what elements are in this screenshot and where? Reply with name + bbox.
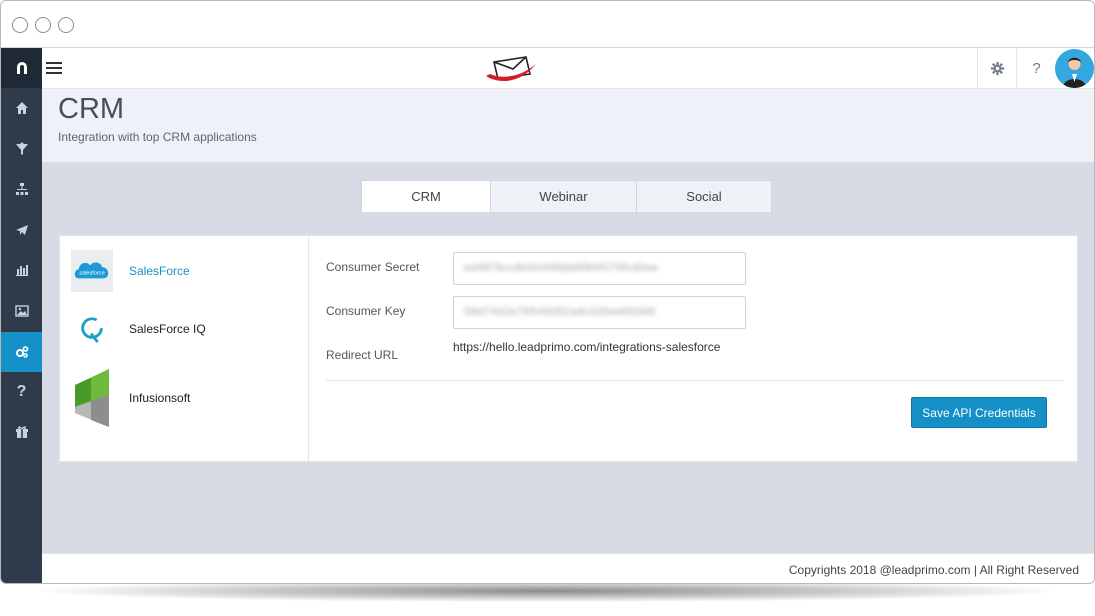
help-icon: ? — [1032, 60, 1041, 77]
user-avatar[interactable] — [1055, 49, 1094, 88]
page-header: CRM Integration with top CRM application… — [42, 89, 1094, 163]
salesforce-logo: salesforce — [71, 250, 113, 292]
credentials-form: Consumer Secret ee687bcc8e60498bb6f84f07… — [310, 236, 1077, 461]
crm-list: salesforce SalesForce SalesForce IQ Infu… — [60, 236, 309, 461]
consumer-secret-label: Consumer Secret — [326, 260, 420, 274]
integration-tabs: CRM Webinar Social — [361, 180, 772, 213]
crm-label-salesforce: SalesForce — [129, 264, 190, 278]
gear-icon[interactable] — [977, 48, 1017, 89]
gift-icon[interactable] — [1, 412, 42, 452]
window-close-button[interactable] — [12, 17, 28, 33]
footer: Copyrights 2018 @leadprimo.com | All Rig… — [42, 553, 1094, 583]
sidebar: ? — [1, 48, 42, 583]
save-api-credentials-button[interactable]: Save API Credentials — [911, 397, 1047, 428]
bar-chart-icon[interactable] — [1, 250, 42, 290]
infusionsoft-logo — [71, 368, 113, 428]
redirect-url-label: Redirect URL — [326, 348, 399, 362]
magnet-logo-icon[interactable] — [1, 48, 42, 88]
question-icon[interactable]: ? — [1, 372, 42, 412]
sitemap-icon[interactable] — [1, 169, 42, 209]
funnel-icon[interactable] — [1, 129, 42, 169]
crm-item-salesforce-iq[interactable]: SalesForce IQ — [71, 307, 206, 351]
crm-item-infusionsoft[interactable]: Infusionsoft — [71, 368, 190, 428]
footer-copyright: Copyrights 2018 @leadprimo.com | All Rig… — [788, 563, 1079, 577]
window-maximize-button[interactable] — [58, 17, 74, 33]
main-content: CRM Webinar Social salesforce SalesForce — [42, 163, 1094, 553]
form-divider — [326, 380, 1063, 381]
page-title: CRM — [58, 93, 125, 125]
tab-crm[interactable]: CRM — [362, 181, 490, 212]
consumer-key-input[interactable]: 58d74d2e76546082adc426ee85068 — [453, 296, 746, 329]
salesforce-iq-logo — [71, 308, 113, 350]
image-icon[interactable] — [1, 291, 42, 331]
tab-webinar[interactable]: Webinar — [490, 181, 636, 212]
home-icon[interactable] — [1, 88, 42, 128]
window-titlebar — [1, 1, 1094, 48]
gears-icon[interactable] — [1, 332, 42, 372]
help-button[interactable]: ? — [1016, 48, 1056, 89]
window-minimize-button[interactable] — [35, 17, 51, 33]
hamburger-menu-icon[interactable] — [46, 62, 62, 74]
top-navbar: ? — [42, 48, 1094, 89]
crm-panel: salesforce SalesForce SalesForce IQ Infu… — [59, 235, 1078, 462]
browser-window: ? ? CRM Integration with top CRM applica… — [0, 0, 1095, 584]
salesforce-logo-text: salesforce — [79, 271, 104, 277]
redirect-url-value: https://hello.leadprimo.com/integrations… — [453, 340, 721, 354]
page-subtitle: Integration with top CRM applications — [58, 130, 257, 144]
consumer-secret-input[interactable]: ee687bcc8e60498bb6f84f075fcd0ee — [453, 252, 746, 285]
crm-label-salesforce-iq: SalesForce IQ — [129, 322, 206, 336]
consumer-secret-value: ee687bcc8e60498bb6f84f075fcd0ee — [464, 262, 659, 274]
consumer-key-label: Consumer Key — [326, 304, 406, 318]
consumer-key-value: 58d74d2e76546082adc426ee85068 — [464, 306, 656, 318]
envelope-logo[interactable] — [486, 54, 536, 84]
tab-social[interactable]: Social — [636, 181, 771, 212]
paper-plane-icon[interactable] — [1, 210, 42, 250]
crm-item-salesforce[interactable]: salesforce SalesForce — [71, 249, 190, 293]
crm-label-infusionsoft: Infusionsoft — [129, 391, 191, 405]
